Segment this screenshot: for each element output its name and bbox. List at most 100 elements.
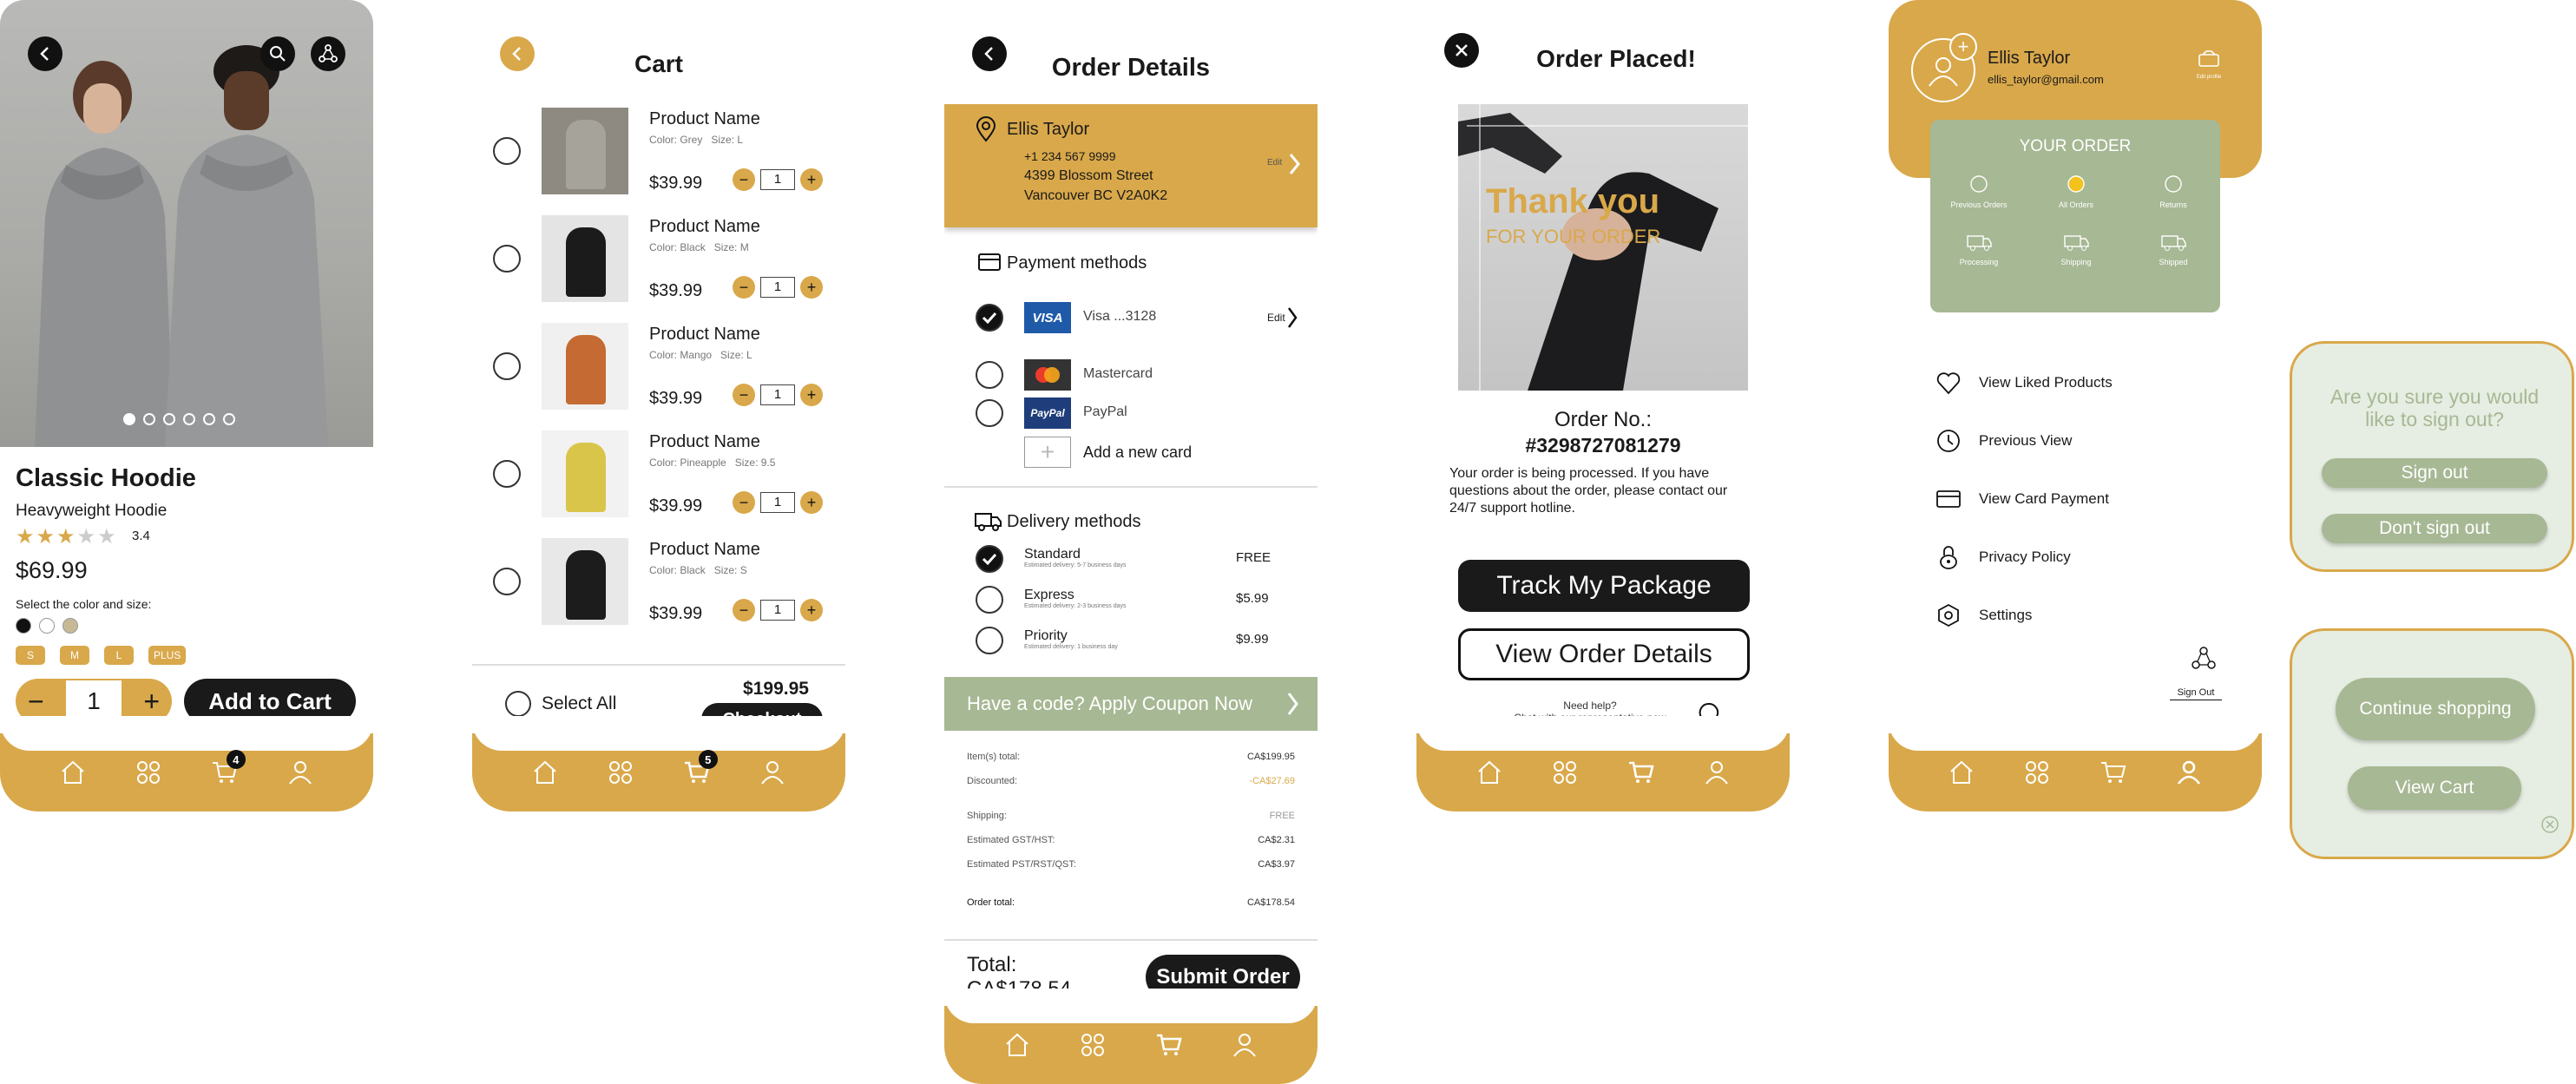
carousel-dot[interactable] xyxy=(123,413,135,425)
decrease-button[interactable]: − xyxy=(733,491,755,514)
nav-categories[interactable] xyxy=(2020,755,2054,790)
increase-button[interactable]: + xyxy=(143,687,160,715)
size-chip[interactable]: M xyxy=(60,646,89,665)
nav-cart[interactable]: 5 xyxy=(680,750,718,790)
increase-button[interactable]: + xyxy=(800,168,823,191)
quantity-value[interactable]: 1 xyxy=(760,492,795,513)
order-tab[interactable]: Returns xyxy=(2137,172,2210,209)
increase-button[interactable]: + xyxy=(800,276,823,299)
carousel-dot[interactable] xyxy=(143,413,155,425)
paypal-radio[interactable] xyxy=(976,399,1003,427)
mastercard-radio[interactable] xyxy=(976,361,1003,389)
nav-profile[interactable] xyxy=(2172,755,2206,790)
edit-address-label[interactable]: Edit xyxy=(1267,158,1282,168)
close-icon[interactable] xyxy=(2540,815,2560,834)
coupon-banner[interactable]: Have a code? Apply Coupon Now xyxy=(944,677,1318,731)
size-chip[interactable]: S xyxy=(16,646,45,665)
nav-cart[interactable] xyxy=(1152,1028,1186,1062)
clock-icon xyxy=(1937,430,1960,452)
increase-button[interactable]: + xyxy=(800,491,823,514)
cart-item-checkbox[interactable] xyxy=(493,352,521,380)
edit-profile-icon[interactable] xyxy=(2198,50,2220,68)
nav-cart[interactable] xyxy=(2096,755,2131,790)
continue-shopping-button[interactable]: Continue shopping xyxy=(2336,678,2535,740)
carousel-dot[interactable] xyxy=(203,413,215,425)
add-photo-button[interactable]: + xyxy=(1949,33,1977,61)
shipping-address-card[interactable]: Ellis Taylor +1 234 567 9999 4399 Blosso… xyxy=(944,104,1318,227)
profile-menu-item[interactable]: Privacy Policy xyxy=(1935,544,2071,570)
color-swatch[interactable] xyxy=(16,618,31,634)
quantity-value[interactable]: 1 xyxy=(760,600,795,621)
decrease-button[interactable]: − xyxy=(733,168,755,191)
carousel-dot[interactable] xyxy=(163,413,175,425)
delivery-radio[interactable] xyxy=(976,627,1003,654)
nav-profile[interactable] xyxy=(283,755,318,790)
increase-button[interactable]: + xyxy=(800,384,823,406)
search-button[interactable] xyxy=(260,36,295,71)
color-swatch[interactable] xyxy=(62,618,78,634)
share-button[interactable] xyxy=(311,36,345,71)
nav-profile[interactable] xyxy=(755,755,790,790)
decrease-button[interactable]: − xyxy=(733,276,755,299)
profile-menu-item[interactable]: View Liked Products xyxy=(1935,370,2113,396)
sign-out-icon[interactable] xyxy=(2191,646,2217,672)
carousel-dot[interactable] xyxy=(223,413,235,425)
delivery-radio[interactable] xyxy=(976,545,1003,573)
nav-cart[interactable] xyxy=(1624,755,1659,790)
cancel-sign-out-button[interactable]: Don't sign out xyxy=(2322,514,2547,543)
size-chip[interactable]: PLUS xyxy=(148,646,187,665)
profile-menu-item[interactable]: Settings xyxy=(1935,602,2032,628)
quantity-value[interactable]: 1 xyxy=(760,384,795,405)
cart-item-checkbox[interactable] xyxy=(493,137,521,165)
order-tab[interactable]: Processing xyxy=(1942,229,2015,266)
color-swatch[interactable] xyxy=(39,618,55,634)
order-tab[interactable]: All Orders xyxy=(2040,172,2113,209)
select-all-row[interactable]: Select All xyxy=(505,691,616,717)
quantity-value[interactable]: 1 xyxy=(760,277,795,298)
quantity-value[interactable]: 1 xyxy=(760,169,795,190)
decrease-button[interactable]: − xyxy=(733,384,755,406)
nav-home[interactable] xyxy=(1000,1028,1035,1062)
delivery-radio[interactable] xyxy=(976,586,1003,614)
decrease-button[interactable]: − xyxy=(733,599,755,621)
view-cart-button[interactable]: View Cart xyxy=(2348,766,2521,810)
nav-home[interactable] xyxy=(528,755,562,790)
nav-home[interactable] xyxy=(1944,755,1979,790)
nav-profile[interactable] xyxy=(1699,755,1734,790)
sign-out-link[interactable]: Sign Out xyxy=(2170,687,2222,700)
add-card-button[interactable]: + xyxy=(1024,437,1071,468)
edit-profile-label[interactable]: Edit profile xyxy=(2187,75,2231,80)
order-tab[interactable]: Shipping xyxy=(2040,229,2113,266)
nav-categories[interactable] xyxy=(1548,755,1582,790)
select-all-label: Select All xyxy=(542,693,617,713)
confirm-sign-out-button[interactable]: Sign out xyxy=(2322,458,2547,488)
profile-menu-item[interactable]: Previous View xyxy=(1935,428,2072,454)
back-button[interactable] xyxy=(28,36,62,71)
nav-categories[interactable] xyxy=(131,755,166,790)
chevron-right-icon[interactable] xyxy=(1288,152,1302,176)
select-all-checkbox[interactable] xyxy=(505,691,531,717)
order-tab[interactable]: Shipped xyxy=(2137,229,2210,266)
add-card-label[interactable]: Add a new card xyxy=(1083,443,1192,462)
decrease-button[interactable]: − xyxy=(28,687,44,715)
carousel-dot[interactable] xyxy=(183,413,195,425)
increase-button[interactable]: + xyxy=(800,599,823,621)
cart-item-checkbox[interactable] xyxy=(493,460,521,488)
nav-home[interactable] xyxy=(56,755,90,790)
nav-cart[interactable]: 4 xyxy=(207,750,246,790)
nav-categories[interactable] xyxy=(603,755,638,790)
cart-item-checkbox[interactable] xyxy=(493,245,521,273)
order-tab[interactable]: Previous Orders xyxy=(1942,172,2015,209)
chevron-right-icon[interactable] xyxy=(1286,305,1298,330)
cart-item-checkbox[interactable] xyxy=(493,568,521,595)
track-package-button[interactable]: Track My Package xyxy=(1458,560,1750,612)
size-chip[interactable]: L xyxy=(104,646,134,665)
visa-radio[interactable] xyxy=(976,304,1003,332)
profile-menu-item[interactable]: View Card Payment xyxy=(1935,486,2109,512)
view-order-details-button[interactable]: View Order Details xyxy=(1458,628,1750,680)
nav-categories[interactable] xyxy=(1075,1028,1110,1062)
edit-payment-label[interactable]: Edit xyxy=(1267,312,1285,324)
nav-home[interactable] xyxy=(1472,755,1507,790)
nav-profile[interactable] xyxy=(1227,1028,1262,1062)
carousel-dots[interactable] xyxy=(123,413,235,425)
